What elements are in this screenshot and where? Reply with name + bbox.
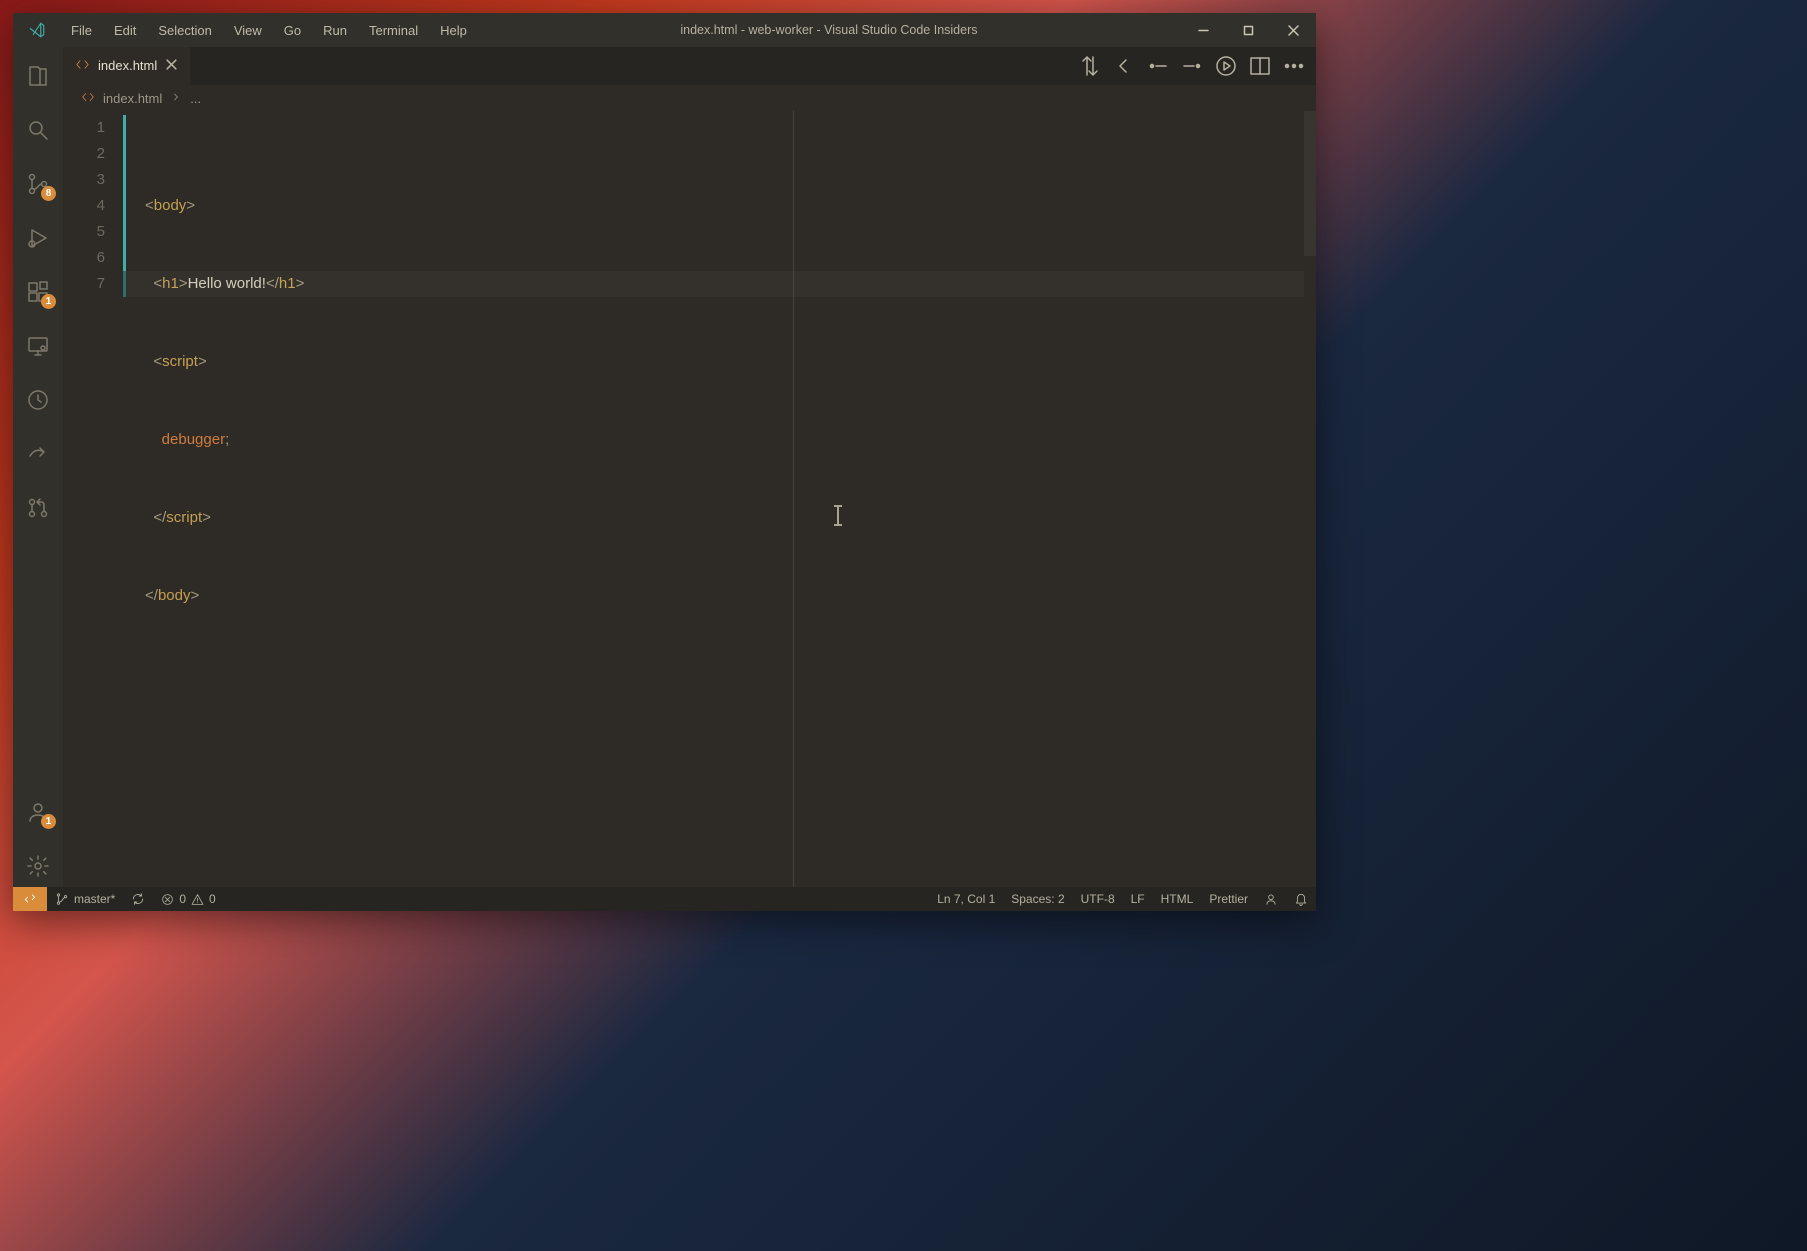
editor-group: index.html index.html ... xyxy=(63,47,1316,887)
menu-go[interactable]: Go xyxy=(274,17,311,44)
html-file-icon xyxy=(81,90,95,107)
tab-close-icon[interactable] xyxy=(165,58,178,74)
code-content[interactable]: <body> <h1>Hello world!</h1> <script> de… xyxy=(123,111,1304,887)
menu-terminal[interactable]: Terminal xyxy=(359,17,428,44)
status-bar: master* 0 0 Ln 7, Col 1 Spaces: 2 UTF-8 … xyxy=(13,887,1316,911)
html-file-icon xyxy=(75,57,90,75)
menu-selection[interactable]: Selection xyxy=(148,17,221,44)
extensions-badge: 1 xyxy=(41,294,56,309)
editor-actions xyxy=(1078,47,1316,85)
source-control-icon[interactable]: 8 xyxy=(14,163,62,205)
menu-bar: File Edit Selection View Go Run Terminal… xyxy=(61,17,477,44)
extensions-icon[interactable]: 1 xyxy=(14,271,62,313)
problems[interactable]: 0 0 xyxy=(153,887,223,911)
code-editor[interactable]: 123 456 7 <body> <h1>Hello world!</h1> <… xyxy=(63,111,1316,887)
line-number-gutter: 123 456 7 xyxy=(63,111,123,887)
step-back-icon[interactable] xyxy=(1146,54,1170,78)
window-controls xyxy=(1181,13,1316,47)
warning-count: 0 xyxy=(209,892,216,906)
sync-button[interactable] xyxy=(123,887,153,911)
cursor-position[interactable]: Ln 7, Col 1 xyxy=(929,887,1003,911)
scm-badge: 8 xyxy=(41,186,56,201)
go-back-icon[interactable] xyxy=(1112,54,1136,78)
branch-name: master* xyxy=(74,892,115,906)
tab-index-html[interactable]: index.html xyxy=(63,47,190,85)
error-count: 0 xyxy=(179,892,186,906)
remote-indicator[interactable] xyxy=(13,887,47,911)
explorer-icon[interactable] xyxy=(14,55,62,97)
tab-bar: index.html xyxy=(63,47,1316,85)
encoding[interactable]: UTF-8 xyxy=(1073,887,1123,911)
eol[interactable]: LF xyxy=(1123,887,1153,911)
step-forward-icon[interactable] xyxy=(1180,54,1204,78)
more-actions-icon[interactable] xyxy=(1282,54,1306,78)
compare-changes-icon[interactable] xyxy=(1078,54,1102,78)
menu-help[interactable]: Help xyxy=(430,17,477,44)
language-mode[interactable]: HTML xyxy=(1153,887,1202,911)
run-file-icon[interactable] xyxy=(1214,54,1238,78)
breadcrumb-rest[interactable]: ... xyxy=(190,91,201,106)
close-button[interactable] xyxy=(1271,13,1316,47)
menu-edit[interactable]: Edit xyxy=(104,17,146,44)
titlebar[interactable]: File Edit Selection View Go Run Terminal… xyxy=(13,13,1316,47)
live-share-icon[interactable] xyxy=(14,433,62,475)
notifications-bell-icon[interactable] xyxy=(1286,887,1316,911)
remote-explorer-icon[interactable] xyxy=(14,325,62,367)
indentation[interactable]: Spaces: 2 xyxy=(1003,887,1072,911)
split-editor-icon[interactable] xyxy=(1248,54,1272,78)
minimize-button[interactable] xyxy=(1181,13,1226,47)
window-title: index.html - web-worker - Visual Studio … xyxy=(477,23,1181,37)
search-icon[interactable] xyxy=(14,109,62,151)
tab-label: index.html xyxy=(98,58,157,73)
timeline-icon[interactable] xyxy=(14,379,62,421)
vscode-window: File Edit Selection View Go Run Terminal… xyxy=(13,13,1316,911)
menu-view[interactable]: View xyxy=(224,17,272,44)
current-line-highlight xyxy=(123,271,1304,297)
minimap[interactable] xyxy=(1304,111,1316,887)
menu-file[interactable]: File xyxy=(61,17,102,44)
maximize-button[interactable] xyxy=(1226,13,1271,47)
breadcrumb-file[interactable]: index.html xyxy=(103,91,162,106)
feedback-icon[interactable] xyxy=(1256,887,1286,911)
chevron-right-icon xyxy=(170,91,182,106)
accounts-icon[interactable]: 1 xyxy=(14,791,62,833)
breadcrumb[interactable]: index.html ... xyxy=(63,85,1316,111)
minimap-thumb[interactable] xyxy=(1304,111,1316,256)
accounts-badge: 1 xyxy=(41,814,56,829)
window-body: 8 1 1 index.html xyxy=(13,47,1316,887)
formatter[interactable]: Prettier xyxy=(1201,887,1256,911)
run-debug-icon[interactable] xyxy=(14,217,62,259)
vscode-logo-icon xyxy=(13,21,61,39)
settings-gear-icon[interactable] xyxy=(14,845,62,887)
activity-bar: 8 1 1 xyxy=(13,47,63,887)
pull-requests-icon[interactable] xyxy=(14,487,62,529)
git-branch[interactable]: master* xyxy=(47,887,123,911)
menu-run[interactable]: Run xyxy=(313,17,357,44)
text-cursor-icon xyxy=(837,505,839,526)
